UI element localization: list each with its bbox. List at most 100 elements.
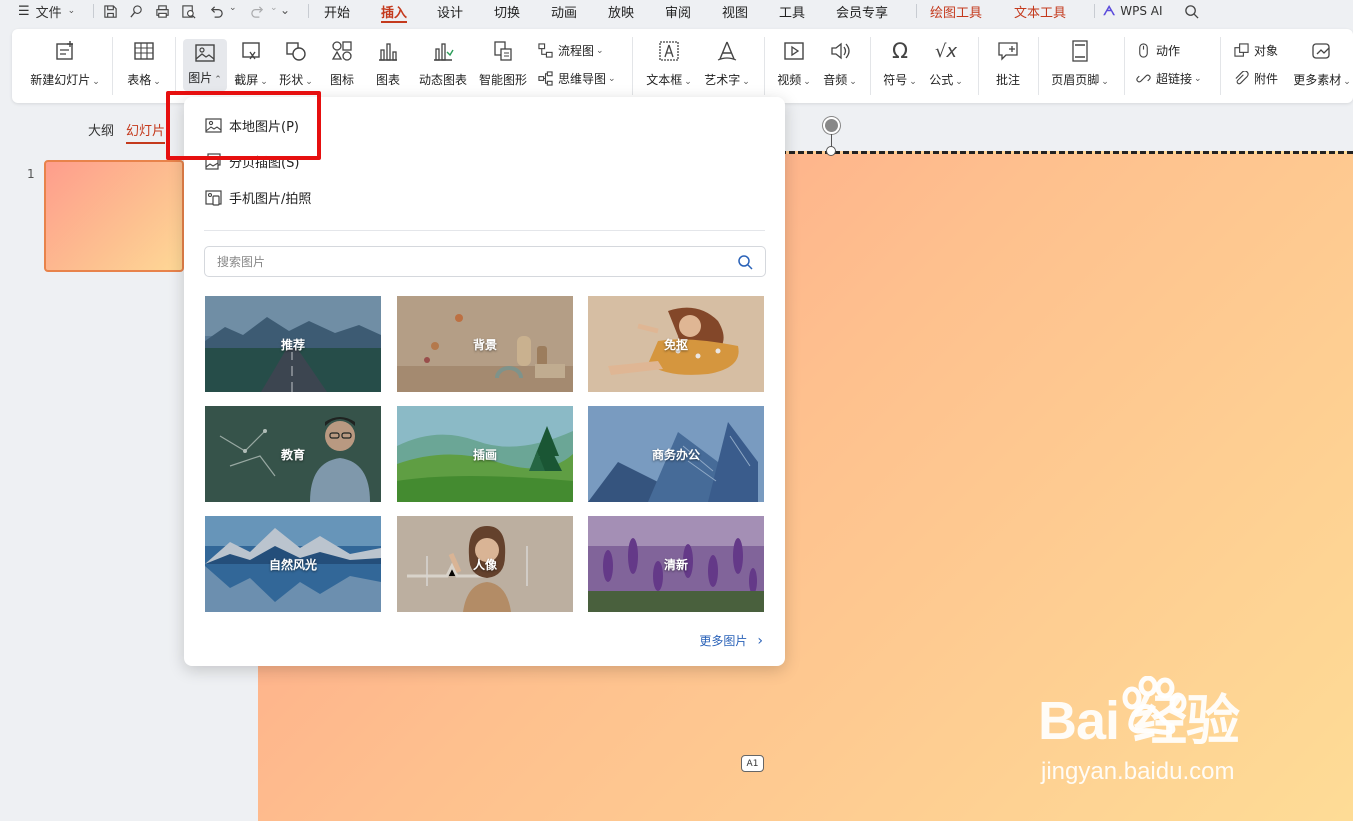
picture-search-input[interactable] (217, 254, 717, 269)
speaker-icon (828, 39, 852, 63)
slide-thumbnail[interactable] (44, 160, 184, 272)
tile-label: 插画 (472, 447, 497, 462)
rotate-handle-icon[interactable] (823, 117, 840, 134)
dynamic-chart-button[interactable]: 动态图表 (415, 29, 471, 103)
search-icon[interactable] (737, 254, 753, 270)
category-tile-recommended[interactable]: 推荐 (205, 296, 381, 392)
flowchart-icon (538, 43, 553, 58)
header-footer-button[interactable]: 页眉页脚 ⌄ (1048, 29, 1112, 103)
divider (870, 37, 871, 95)
print-icon[interactable] (153, 3, 171, 19)
header-footer-icon (1068, 39, 1092, 63)
video-button[interactable]: 视频 ⌄ (774, 29, 814, 103)
category-tile-cutout[interactable]: 免抠 (588, 296, 764, 392)
phone-picture-icon (205, 190, 222, 206)
icon-button[interactable]: 图标 (324, 29, 360, 103)
category-tile-fresh[interactable]: 清新 (588, 516, 764, 612)
picture-button[interactable]: 图片 ⌃ (183, 39, 227, 91)
chevron-down-icon: ⌄ (67, 6, 76, 16)
audio-label: 音频 (823, 73, 848, 87)
mindmap-button[interactable]: 思维导图 ⌄ (538, 70, 616, 87)
tile-label: 清新 (663, 557, 688, 572)
more-materials-button[interactable]: 更多素材 ⌄ (1292, 29, 1352, 103)
smart-graphic-button[interactable]: 智能图形 (475, 29, 531, 103)
divider (175, 37, 176, 95)
ai-assist-badge[interactable]: A1 (741, 755, 764, 772)
category-tile-nature[interactable]: 自然风光 (205, 516, 381, 612)
picture-icon (193, 41, 217, 65)
textbox-icon (657, 39, 681, 63)
wps-ai-button[interactable]: ᗅ WPS AI (1103, 0, 1163, 22)
new-slide-button[interactable]: 新建幻灯片 ⌄ (28, 29, 102, 103)
tab-tools[interactable]: 工具 (779, 2, 805, 21)
tile-label: 推荐 (280, 337, 305, 352)
attachment-button[interactable]: 附件 (1234, 70, 1278, 87)
mindmap-icon (538, 71, 553, 86)
save-icon[interactable] (101, 3, 119, 19)
icon-label: 图标 (329, 73, 354, 87)
symbol-button[interactable]: Ω 符号 ⌄ (880, 29, 920, 103)
tab-slideshow[interactable]: 放映 (608, 2, 634, 21)
customize-quick-access-icon[interactable]: ⌄ (280, 3, 290, 17)
category-tile-illustration[interactable]: 插画 (397, 406, 573, 502)
video-icon (782, 39, 806, 63)
category-tile-education[interactable]: 教育 (205, 406, 381, 502)
textbox-button[interactable]: 文本框 ⌄ (644, 29, 694, 103)
tab-slides[interactable]: 幻灯片 (126, 120, 166, 144)
wordart-icon (715, 39, 739, 63)
insert-picture-dropdown: 本地图片(P) 分页插图(S) 手机图片/拍照 推荐 (184, 97, 785, 666)
divider (93, 4, 94, 18)
tab-text-tools[interactable]: 文本工具 (1014, 2, 1066, 21)
resize-handle[interactable] (826, 146, 836, 156)
format-painter-icon[interactable] (127, 3, 145, 19)
divider (632, 37, 633, 95)
audio-button[interactable]: 音频 ⌄ (820, 29, 860, 103)
undo-dropdown-icon[interactable]: ⌄ (229, 3, 237, 13)
file-menu[interactable]: ☰ 文件 ⌄ (18, 0, 75, 22)
table-button[interactable]: 表格 ⌄ (122, 29, 166, 103)
new-slide-icon (53, 39, 77, 63)
redo-dropdown-icon[interactable]: ⌄ (270, 3, 278, 13)
category-tile-background[interactable]: 背景 (397, 296, 573, 392)
tile-label: 自然风光 (268, 557, 317, 572)
undo-icon[interactable] (207, 3, 225, 19)
category-tile-business[interactable]: 商务办公 (588, 406, 764, 502)
action-button[interactable]: 动作 (1136, 42, 1180, 59)
tab-member[interactable]: 会员专享 (836, 2, 888, 21)
tab-transitions[interactable]: 切换 (494, 2, 520, 21)
formula-button[interactable]: √x 公式 ⌄ (926, 29, 966, 103)
picture-search-box[interactable] (204, 246, 766, 277)
comment-button[interactable]: 批注 (990, 29, 1026, 103)
file-menu-label: 文件 (35, 5, 62, 21)
wordart-label: 艺术字 (704, 73, 741, 87)
omega-icon: Ω (891, 39, 909, 63)
tab-review[interactable]: 审阅 (665, 2, 691, 21)
tab-home[interactable]: 开始 (324, 2, 350, 21)
screenshot-label: 截屏 (234, 73, 259, 87)
category-tile-portrait[interactable]: 人像 (397, 516, 573, 612)
flowchart-button[interactable]: 流程图 ⌄ (538, 42, 604, 59)
tab-insert[interactable]: 插入 (381, 2, 408, 23)
slide-number: 1 (27, 167, 35, 181)
tab-view[interactable]: 视图 (722, 2, 748, 21)
hyperlink-button[interactable]: 超链接 ⌄ (1136, 70, 1202, 87)
tab-drawing-tools[interactable]: 绘图工具 (930, 2, 982, 21)
tab-animations[interactable]: 动画 (551, 2, 577, 21)
icon-library-icon (330, 39, 354, 63)
mouse-icon (1139, 43, 1148, 58)
comment-label: 批注 (995, 73, 1020, 87)
search-icon[interactable] (1182, 3, 1200, 19)
phone-picture-item[interactable]: 手机图片/拍照 (205, 188, 311, 207)
redo-icon[interactable] (248, 3, 266, 19)
divider (978, 37, 979, 95)
paperclip-icon (1235, 71, 1249, 85)
print-preview-icon[interactable] (179, 3, 197, 19)
chart-button[interactable]: 图表 (370, 29, 406, 103)
tile-label: 人像 (472, 557, 497, 572)
object-button[interactable]: 对象 (1234, 42, 1278, 59)
tab-design[interactable]: 设计 (437, 2, 463, 21)
tab-outline[interactable]: 大纲 (88, 120, 114, 139)
more-pictures-link[interactable]: 更多图片 › (699, 632, 763, 649)
wordart-button[interactable]: 艺术字 ⌄ (702, 29, 752, 103)
divider (1038, 37, 1039, 95)
